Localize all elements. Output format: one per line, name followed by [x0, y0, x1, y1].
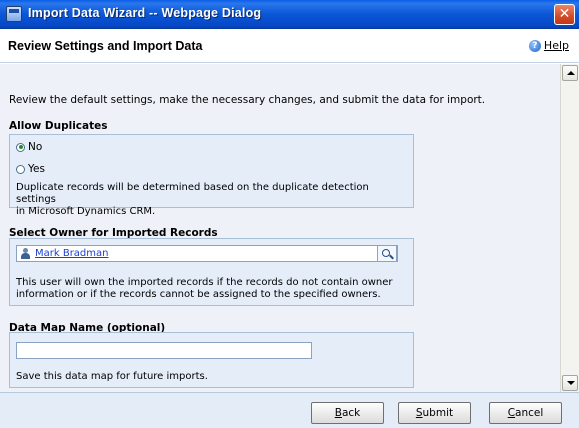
radio-no[interactable]: No — [16, 141, 42, 153]
dialog-header: Review Settings and Import Data ? Help — [0, 29, 579, 63]
owner-link[interactable]: Mark Bradman — [35, 248, 109, 259]
radio-no-label: No — [28, 141, 43, 153]
owner-panel: Mark Bradman This user will own the impo… — [9, 238, 414, 306]
page-title: Review Settings and Import Data — [8, 39, 203, 53]
allow-duplicates-panel: No Yes Duplicate records will be determi… — [9, 134, 414, 217]
radio-yes-label: Yes — [28, 163, 45, 175]
owner-note-line1: This user will own the imported records … — [16, 277, 393, 288]
user-icon — [20, 248, 31, 259]
duplicates-note-line1: Duplicate records will be determined bas… — [16, 182, 369, 205]
scroll-down-icon — [567, 381, 575, 385]
cancel-button-label: ancel — [515, 407, 544, 419]
duplicates-note-line2: in Microsoft Dynamics CRM. — [16, 206, 156, 217]
scroll-down-button[interactable] — [562, 375, 578, 391]
submit-button-label: ubmit — [422, 407, 454, 419]
duplicates-note: Duplicate records will be determined bas… — [16, 182, 411, 218]
radio-yes[interactable]: Yes — [16, 163, 45, 175]
lookup-button[interactable] — [377, 245, 397, 262]
title-bar: Import Data Wizard -- Webpage Dialog ✕ — [0, 0, 579, 29]
window-title: Import Data Wizard -- Webpage Dialog — [28, 6, 262, 20]
close-button[interactable]: ✕ — [554, 4, 575, 25]
content-area: Review the default settings, make the ne… — [0, 64, 560, 392]
owner-note: This user will own the imported records … — [16, 277, 411, 301]
back-button-accel: B — [334, 407, 342, 419]
help-button[interactable]: ? Help — [528, 39, 569, 52]
submit-button-accel: S — [415, 407, 423, 419]
dialog-footer: Back Submit Cancel — [0, 392, 579, 428]
owner-note-line2: information or if the records cannot be … — [16, 289, 381, 300]
scroll-up-button[interactable] — [562, 65, 578, 81]
allow-duplicates-heading: Allow Duplicates — [9, 120, 108, 132]
vertical-scrollbar[interactable] — [560, 64, 579, 392]
scroll-up-icon — [567, 71, 575, 75]
close-icon: ✕ — [558, 6, 571, 22]
back-button[interactable]: Back — [311, 402, 384, 424]
intro-text: Review the default settings, make the ne… — [9, 94, 486, 106]
help-link-label[interactable]: Help — [544, 39, 569, 52]
cancel-button[interactable]: Cancel — [489, 402, 562, 424]
data-map-name-input[interactable] — [16, 342, 312, 359]
window-icon — [6, 6, 22, 22]
data-map-panel: Save this data map for future imports. — [9, 332, 414, 388]
help-icon: ? — [528, 39, 541, 52]
submit-button[interactable]: Submit — [398, 402, 471, 424]
radio-yes-button[interactable] — [16, 164, 25, 174]
radio-no-button[interactable] — [16, 142, 25, 152]
back-button-label: ack — [341, 407, 361, 419]
owner-lookup-field[interactable]: Mark Bradman — [16, 245, 398, 262]
cancel-button-accel: C — [507, 407, 516, 419]
data-map-note: Save this data map for future imports. — [16, 371, 208, 382]
